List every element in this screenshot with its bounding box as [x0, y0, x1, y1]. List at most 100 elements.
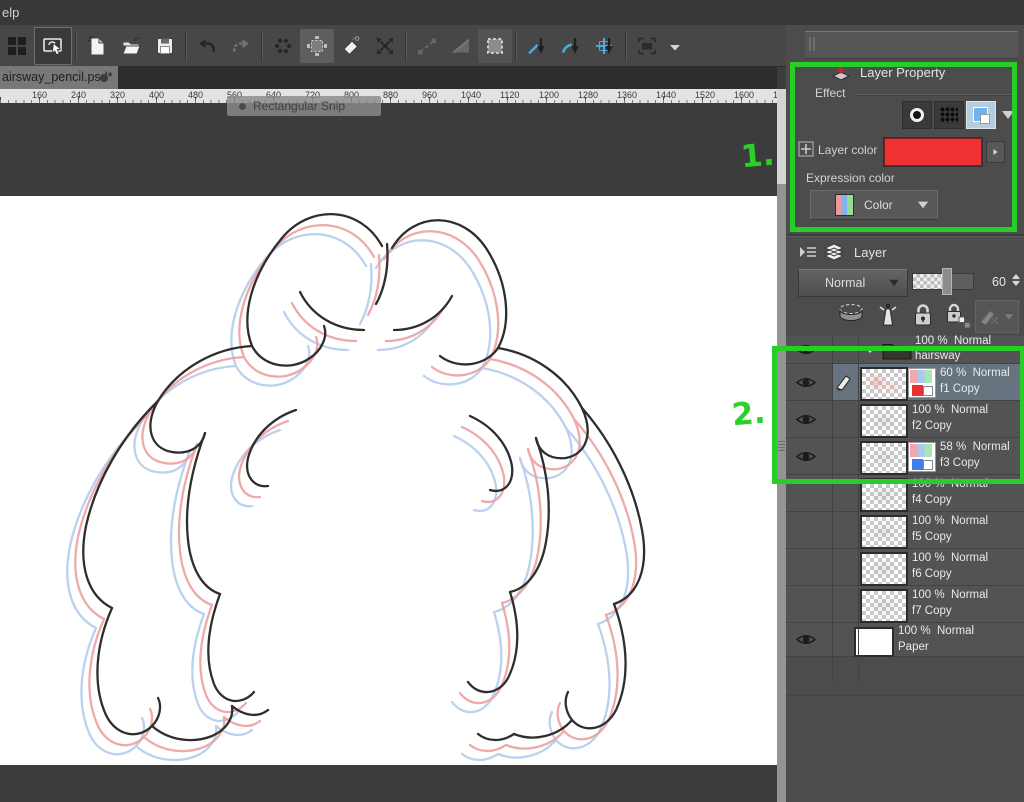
layer-thumbnail[interactable] — [860, 589, 908, 623]
layer-visibility-eye-icon[interactable] — [795, 632, 819, 648]
ruler-label: 1600 — [734, 90, 754, 100]
snip-tooltip: Rectangular Snip — [227, 96, 381, 116]
free-transform-icon[interactable] — [368, 29, 402, 63]
layer-name: f7 Copy — [912, 604, 952, 619]
ruler-label: 1200 — [539, 90, 559, 100]
list-end-divider — [786, 695, 1024, 696]
canvas-viewport — [0, 103, 777, 802]
save-icon[interactable] — [148, 29, 182, 63]
panel-divider — [786, 234, 1024, 237]
opacity-slider-handle[interactable] — [942, 268, 952, 295]
ruler-line-icon[interactable] — [410, 29, 444, 63]
open-file-icon[interactable] — [114, 29, 148, 63]
menu-help[interactable]: elp — [0, 5, 19, 20]
layers-stack-icon — [822, 243, 846, 261]
menu-bar: elp — [0, 0, 1024, 25]
command-toolbar — [0, 25, 786, 67]
ruler-label: 480 — [188, 90, 203, 100]
ruler-label: 1360 — [617, 90, 637, 100]
ruler-label: 240 — [71, 90, 86, 100]
toolbar-separator — [185, 31, 187, 61]
toolbar-separator — [405, 31, 407, 61]
toolbar-separator — [515, 31, 517, 61]
layer-thumbnail[interactable] — [860, 515, 908, 549]
snap-special-ruler-icon[interactable] — [554, 29, 588, 63]
layer-opacity-mode: 100 % Normal — [898, 624, 974, 639]
layer-row-paper[interactable]: 100 % NormalPaper — [786, 623, 1024, 657]
opacity-stepper[interactable] — [1012, 274, 1020, 286]
ruler-label: 960 — [422, 90, 437, 100]
draft-pen-icon — [979, 308, 1001, 326]
clip-to-layer-icon[interactable] — [836, 302, 866, 324]
screen-mode-icon[interactable] — [630, 29, 664, 63]
snap-grid-icon[interactable] — [588, 29, 622, 63]
horizontal-ruler: 1602403204004805606407208008809601040112… — [0, 89, 777, 104]
document-tab[interactable]: airsway_pencil.psd* — [0, 66, 118, 89]
ruler-label: 400 — [149, 90, 164, 100]
ruler-label: 1280 — [578, 90, 598, 100]
app-home-icon[interactable] — [34, 27, 72, 65]
application-window: elp airsway_pencil.psd* 1602403204004805… — [0, 0, 1024, 802]
layer-panel-title: Layer — [854, 245, 887, 260]
blend-mode-value: Normal — [825, 276, 865, 290]
workspace-grid-icon[interactable] — [0, 29, 34, 63]
new-file-icon[interactable] — [80, 29, 114, 63]
layer-lock-toolbar — [786, 300, 1024, 334]
reference-layer-icon[interactable] — [878, 302, 898, 328]
lock-layer-icon[interactable] — [912, 302, 934, 328]
layer-row-f7-copy[interactable]: 100 % Normalf7 Copy — [786, 586, 1024, 623]
layer-opacity-mode: 100 % Normal — [912, 588, 988, 603]
snip-dot-icon — [239, 103, 246, 110]
ruler-label: 1440 — [656, 90, 676, 100]
toolbar-separator — [75, 31, 77, 61]
snap-ruler-icon[interactable] — [520, 29, 554, 63]
rotate-reset-icon[interactable] — [266, 29, 300, 63]
tab-modified-icon — [100, 74, 108, 82]
stepper-up-icon — [1012, 274, 1020, 279]
layer-opacity-mode: 100 % Normal — [912, 514, 988, 529]
clear-layer-icon[interactable] — [334, 29, 368, 63]
ruler-label: 1040 — [461, 90, 481, 100]
snip-tooltip-label: Rectangular Snip — [253, 99, 345, 113]
blend-mode-select[interactable]: Normal — [798, 269, 908, 297]
toolbar-overflow-icon[interactable] — [664, 29, 686, 63]
layer-name: f5 Copy — [912, 530, 952, 545]
annotation-box-1 — [790, 62, 1017, 232]
panel-grab-bar[interactable] — [805, 31, 1018, 59]
layer-thumbnail[interactable] — [860, 552, 908, 586]
canvas-size-icon[interactable] — [300, 29, 334, 63]
chevron-down-icon — [1005, 314, 1013, 320]
draft-layer-button[interactable] — [975, 300, 1019, 333]
layer-row-f5-copy[interactable]: 100 % Normalf5 Copy — [786, 512, 1024, 549]
layer-name: Paper — [898, 640, 929, 655]
document-title: airsway_pencil.psd* — [0, 70, 112, 84]
document-tab-bar: airsway_pencil.psd* — [0, 66, 777, 89]
layer-thumbnail[interactable] — [854, 627, 894, 657]
tab-layer[interactable]: Layer — [822, 240, 887, 264]
toolbar-separator — [261, 31, 263, 61]
redo-icon[interactable] — [224, 29, 258, 63]
gradient-icon[interactable] — [444, 29, 478, 63]
layer-name: f6 Copy — [912, 567, 952, 582]
drawing-canvas[interactable] — [0, 196, 777, 765]
stepper-down-icon — [1012, 281, 1020, 286]
panel-menu-icon[interactable] — [798, 244, 818, 260]
ruler-label: 320 — [110, 90, 125, 100]
lock-transparent-pixels-icon[interactable] — [944, 302, 972, 328]
undo-icon[interactable] — [190, 29, 224, 63]
layer-name: f4 Copy — [912, 493, 952, 508]
layer-opacity-mode: 100 % Normal — [912, 551, 988, 566]
marquee-icon[interactable] — [478, 29, 512, 63]
chevron-down-icon — [889, 280, 899, 286]
ruler-label: 1520 — [695, 90, 715, 100]
ruler-label: 160 — [32, 90, 47, 100]
annotation-number-1: 1. — [739, 137, 775, 176]
grip-dots-icon — [809, 37, 811, 51]
layer-row-f6-copy[interactable]: 100 % Normalf6 Copy — [786, 549, 1024, 586]
toolbar-separator — [625, 31, 627, 61]
hair-sketch-artwork — [0, 196, 777, 765]
opacity-value: 60 — [992, 275, 1006, 289]
splitter-highlight — [777, 89, 786, 184]
annotation-number-2: 2. — [730, 395, 766, 434]
ruler-label: 1120 — [500, 90, 519, 100]
